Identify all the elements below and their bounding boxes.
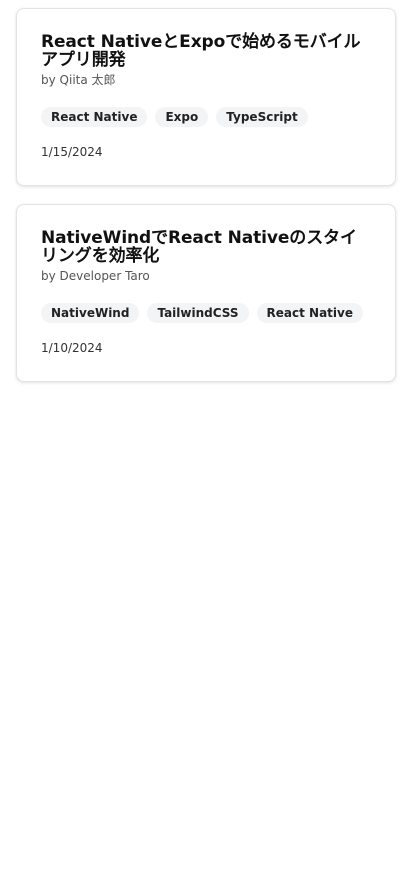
article-card[interactable]: React NativeとExpoで始めるモバイルアプリ開発 by Qiita … xyxy=(16,8,396,186)
article-title[interactable]: NativeWindでReact Nativeのスタイリングを効率化 xyxy=(41,229,371,265)
article-card-content: NativeWindでReact Nativeのスタイリングを効率化 by De… xyxy=(41,229,371,355)
article-title[interactable]: React NativeとExpoで始めるモバイルアプリ開発 xyxy=(41,33,371,69)
tag-chip[interactable]: Expo xyxy=(155,107,209,127)
tag-list: NativeWind TailwindCSS React Native xyxy=(41,301,371,325)
tag-list: React Native Expo TypeScript xyxy=(41,105,371,129)
tag-chip[interactable]: NativeWind xyxy=(41,303,140,323)
article-card-content: React NativeとExpoで始めるモバイルアプリ開発 by Qiita … xyxy=(41,33,371,159)
article-author: by Qiita 太郎 xyxy=(41,73,116,87)
tag-chip[interactable]: TypeScript xyxy=(216,107,308,127)
tag-chip[interactable]: React Native xyxy=(256,303,363,323)
article-date: 1/15/2024 xyxy=(41,145,103,159)
article-author: by Developer Taro xyxy=(41,269,150,283)
tag-chip[interactable]: TailwindCSS xyxy=(147,303,249,323)
tag-chip[interactable]: React Native xyxy=(41,107,148,127)
article-date: 1/10/2024 xyxy=(41,341,103,355)
article-card[interactable]: NativeWindでReact Nativeのスタイリングを効率化 by De… xyxy=(16,204,396,382)
article-list: React NativeとExpoで始めるモバイルアプリ開発 by Qiita … xyxy=(0,0,414,896)
